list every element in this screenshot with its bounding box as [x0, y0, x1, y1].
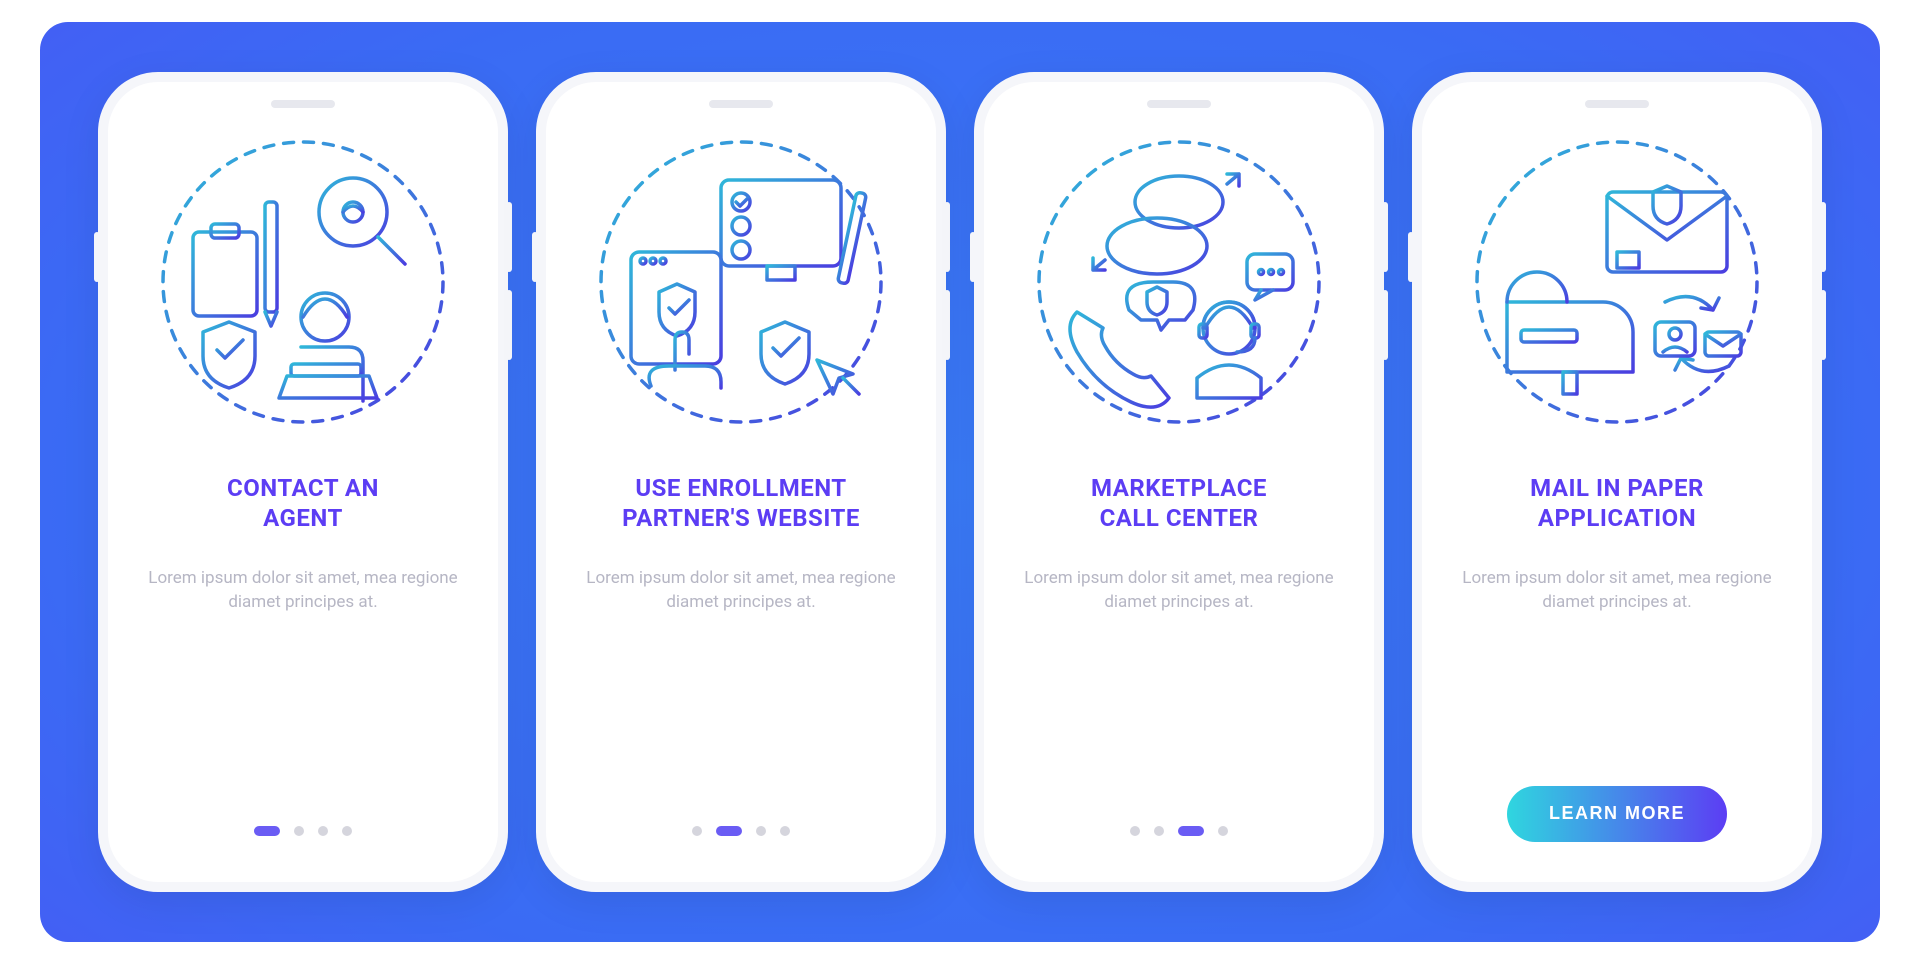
screen-title: MAIL IN PAPER APPLICATION — [1530, 468, 1704, 538]
phone-mockup-4: MAIL IN PAPER APPLICATION Lorem ipsum do… — [1412, 72, 1822, 892]
screen-description: Lorem ipsum dolor sit amet, mea regione … — [1018, 566, 1340, 615]
phone-mockup-3: MARKETPLACE CALL CENTER Lorem ipsum dolo… — [974, 72, 1384, 892]
indicator-dot — [294, 826, 304, 836]
indicator-dot-active — [254, 826, 280, 836]
indicator-dot — [780, 826, 790, 836]
learn-more-button[interactable]: LEARN MORE — [1507, 786, 1727, 842]
call-center-icon — [1029, 132, 1329, 432]
indicator-dot — [1218, 826, 1228, 836]
onboarding-stage: CONTACT AN AGENT Lorem ipsum dolor sit a… — [40, 22, 1880, 942]
indicator-dot — [692, 826, 702, 836]
screen-title: USE ENROLLMENT PARTNER'S WEBSITE — [622, 468, 860, 538]
indicator-dot — [1154, 826, 1164, 836]
indicator-dot — [1130, 826, 1140, 836]
indicator-dot-active — [716, 826, 742, 836]
indicator-dot — [342, 826, 352, 836]
screen-title: CONTACT AN AGENT — [227, 468, 379, 538]
screen-description: Lorem ipsum dolor sit amet, mea regione … — [142, 566, 464, 615]
indicator-dot — [318, 826, 328, 836]
screen-description: Lorem ipsum dolor sit amet, mea regione … — [580, 566, 902, 615]
phone-mockup-1: CONTACT AN AGENT Lorem ipsum dolor sit a… — [98, 72, 508, 892]
page-indicator — [1130, 826, 1228, 842]
indicator-dot-active — [1178, 826, 1204, 836]
agent-icon — [153, 132, 453, 432]
enrollment-website-icon — [591, 132, 891, 432]
screen-title: MARKETPLACE CALL CENTER — [1091, 468, 1267, 538]
page-indicator — [692, 826, 790, 842]
phone-mockup-2: USE ENROLLMENT PARTNER'S WEBSITE Lorem i… — [536, 72, 946, 892]
indicator-dot — [756, 826, 766, 836]
screen-description: Lorem ipsum dolor sit amet, mea regione … — [1456, 566, 1778, 615]
mail-application-icon — [1467, 132, 1767, 432]
page-indicator — [254, 826, 352, 842]
